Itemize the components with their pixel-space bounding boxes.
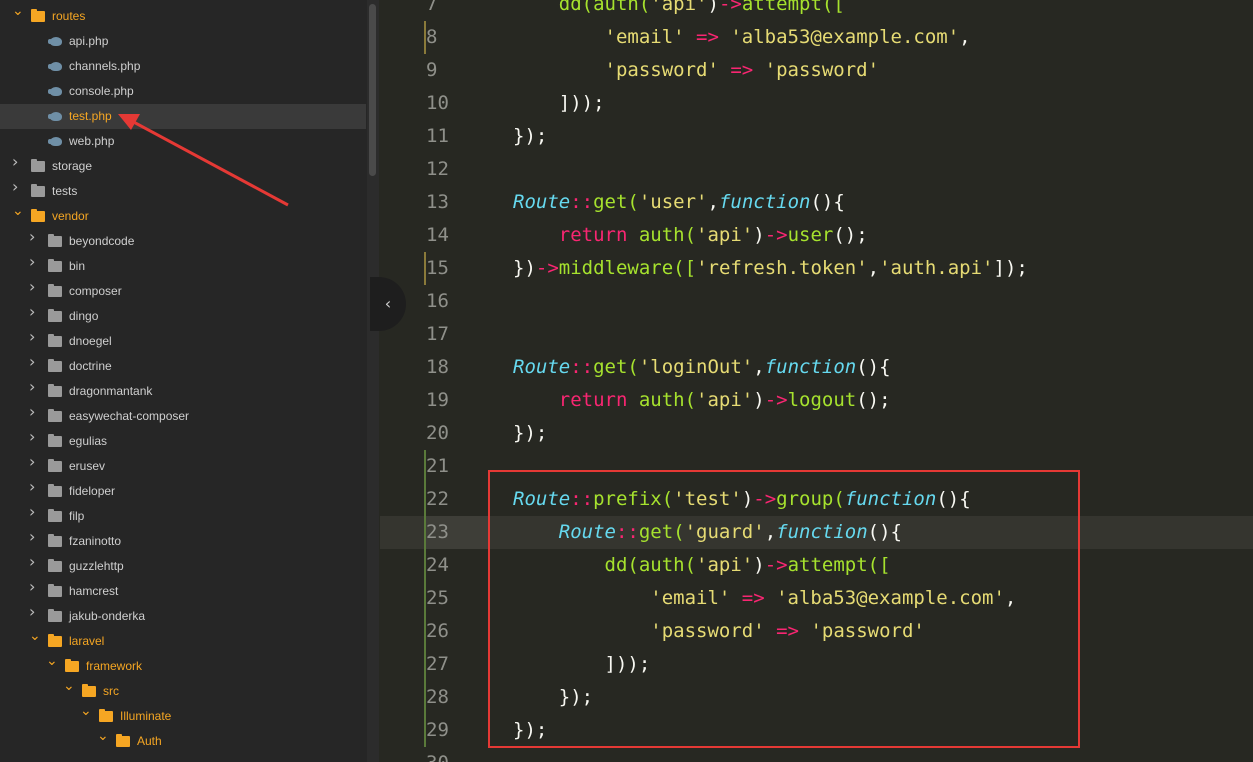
annotation-arrow: [118, 114, 289, 207]
